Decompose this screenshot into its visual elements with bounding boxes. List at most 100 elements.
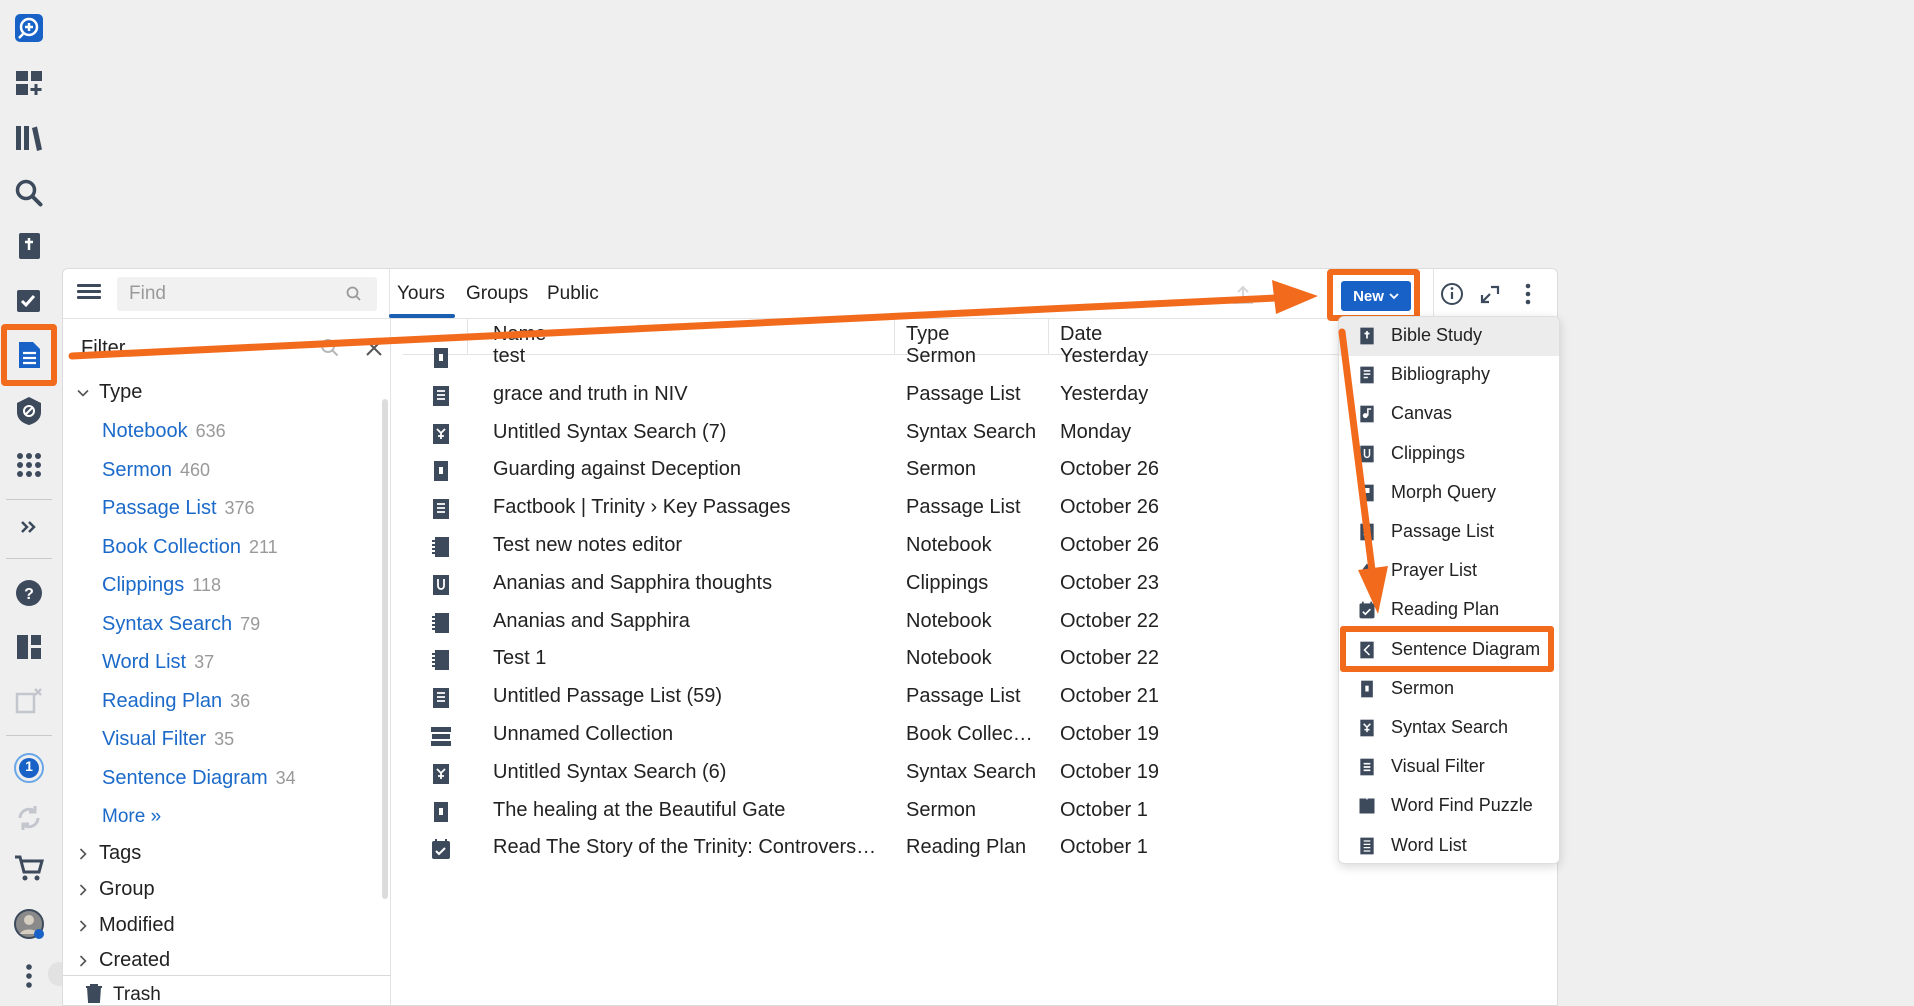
row-type: Sermon (906, 458, 977, 481)
row-type: Sermon (906, 345, 977, 367)
filter-section-created[interactable]: Created (77, 949, 170, 972)
panel-toolbar: Yours Groups Public New (63, 269, 1557, 321)
sermon-icon (1357, 679, 1377, 701)
panel-menu-icon[interactable] (1515, 281, 1541, 307)
trash-icon (86, 984, 102, 1003)
filter-type-syntax-search[interactable]: Syntax Search 79 (102, 613, 260, 636)
passage-list-icon (1357, 522, 1377, 544)
menu-item-prayer-list[interactable]: Prayer List (1339, 552, 1559, 591)
filter-type-book-collection[interactable]: Book Collection 211 (102, 536, 278, 559)
bible-icon[interactable] (9, 226, 49, 266)
filter-type-word-list[interactable]: Word List 37 (102, 651, 214, 674)
row-date: October 1 (1060, 836, 1148, 859)
row-type: Passage List (906, 382, 1021, 405)
menu-item-clippings[interactable]: Clippings (1339, 435, 1559, 474)
trash-item[interactable]: Trash (63, 975, 391, 1005)
row-date: October 23 (1060, 571, 1159, 594)
row-type: Syntax Search (906, 760, 1037, 783)
menu-item-label: Bibliography (1391, 364, 1491, 385)
menu-item-word-list[interactable]: Word List (1339, 827, 1559, 863)
row-date: October 19 (1060, 760, 1159, 783)
filter-type-passage-list[interactable]: Passage List 376 (102, 497, 255, 520)
filter-section-group[interactable]: Group (77, 878, 155, 901)
filter-type-sentence-diagram[interactable]: Sentence Diagram 34 (102, 767, 296, 790)
menu-item-label: Visual Filter (1391, 756, 1485, 777)
filter-section-type[interactable]: Type (77, 381, 142, 404)
popout-icon[interactable] (1477, 281, 1503, 307)
visual-filter-icon (1357, 757, 1377, 779)
filter-type-sermon[interactable]: Sermon 460 (102, 459, 210, 482)
chevron-right-icon (79, 847, 87, 860)
library-icon[interactable] (9, 118, 49, 158)
expand-rail-icon[interactable] (9, 507, 49, 547)
sermon-icon (429, 346, 453, 370)
row-name: Factbook | Trinity › Key Passages (493, 496, 791, 519)
row-date: Yesterday (1060, 382, 1149, 405)
new-document-menu: Bible Study Bibliography Canvas Clippings Mo… (1338, 316, 1560, 864)
new-annotation-box: New (1327, 269, 1420, 321)
new-button[interactable]: New (1341, 281, 1411, 311)
row-name: Untitled Syntax Search (6) (493, 760, 727, 783)
passage-list-icon (429, 497, 453, 521)
row-name: The healing at the Beautiful Gate (493, 798, 786, 821)
filter-section-modified[interactable]: Modified (77, 914, 175, 937)
layouts-add-icon[interactable] (9, 63, 49, 103)
sermon-icon (429, 459, 453, 483)
menu-item-syntax-search[interactable]: Syntax Search (1339, 709, 1559, 748)
filter-type-reading-plan[interactable]: Reading Plan 36 (102, 690, 250, 713)
toolbar-divider (389, 269, 390, 319)
menu-item-label: Morph Query (1391, 481, 1497, 502)
menu-item-canvas[interactable]: Canvas (1339, 395, 1559, 434)
dashboard-icon[interactable] (9, 627, 49, 667)
syntax-search-icon (1357, 718, 1377, 740)
apps-grid-icon[interactable] (9, 445, 49, 485)
help-icon[interactable]: ? (9, 573, 49, 613)
passage-list-icon (429, 384, 453, 408)
tab-yours[interactable]: Yours (397, 283, 445, 305)
left-rail: ? 1 (0, 0, 58, 1006)
notification-badge-icon[interactable]: 1 (9, 748, 49, 788)
menu-item-sermon[interactable]: Sermon (1339, 670, 1559, 709)
filter-type-clippings[interactable]: Clippings 118 (102, 574, 221, 597)
search-icon[interactable] (9, 173, 49, 213)
bible-study-icon (1357, 326, 1377, 348)
filter-more-link[interactable]: More » (102, 806, 161, 828)
chevron-right-icon (79, 883, 87, 896)
menu-item-bibliography[interactable]: Bibliography (1339, 356, 1559, 395)
more-vertical-icon[interactable] (9, 956, 49, 996)
rail-divider (6, 558, 52, 559)
close-panels-icon (9, 681, 49, 721)
menu-item-word-find-puzzle[interactable]: Word Find Puzzle (1339, 787, 1559, 826)
search-add-icon[interactable] (9, 8, 49, 48)
row-name: Untitled Passage List (59) (493, 685, 723, 708)
row-type: Notebook (906, 647, 992, 670)
tab-public[interactable]: Public (547, 283, 599, 305)
info-icon[interactable] (1439, 281, 1465, 307)
filter-type-notebook[interactable]: Notebook 636 (102, 420, 226, 443)
menu-item-bible-study[interactable]: Bible Study (1339, 317, 1559, 356)
menu-icon[interactable] (75, 281, 103, 307)
filter-section-tags[interactable]: Tags (77, 842, 141, 865)
avatar[interactable] (9, 904, 49, 944)
active-tab-indicator (389, 314, 455, 318)
menu-item-label: Word Find Puzzle (1391, 795, 1533, 816)
menu-item-morph-query[interactable]: Morph Query (1339, 474, 1559, 513)
menu-item-reading-plan[interactable]: Reading Plan (1339, 591, 1559, 630)
tab-groups[interactable]: Groups (466, 283, 528, 305)
row-name: Test 1 (493, 647, 547, 670)
row-type: Reading Plan (906, 836, 1027, 859)
sync-icon[interactable] (9, 798, 49, 838)
find-input[interactable] (117, 277, 377, 311)
menu-item-passage-list[interactable]: Passage List (1339, 513, 1559, 552)
rail-divider (6, 499, 52, 500)
close-icon[interactable] (363, 337, 385, 359)
row-date: October 26 (1060, 534, 1159, 556)
filter-scrollbar[interactable] (382, 399, 388, 899)
row-name: Test new notes editor (493, 534, 682, 556)
filter-search-icon[interactable] (319, 337, 341, 359)
shield-icon[interactable] (9, 391, 49, 431)
filter-type-visual-filter[interactable]: Visual Filter 35 (102, 728, 234, 751)
menu-item-visual-filter[interactable]: Visual Filter (1339, 748, 1559, 787)
cart-icon[interactable] (9, 848, 49, 888)
checklist-icon[interactable] (9, 280, 49, 320)
